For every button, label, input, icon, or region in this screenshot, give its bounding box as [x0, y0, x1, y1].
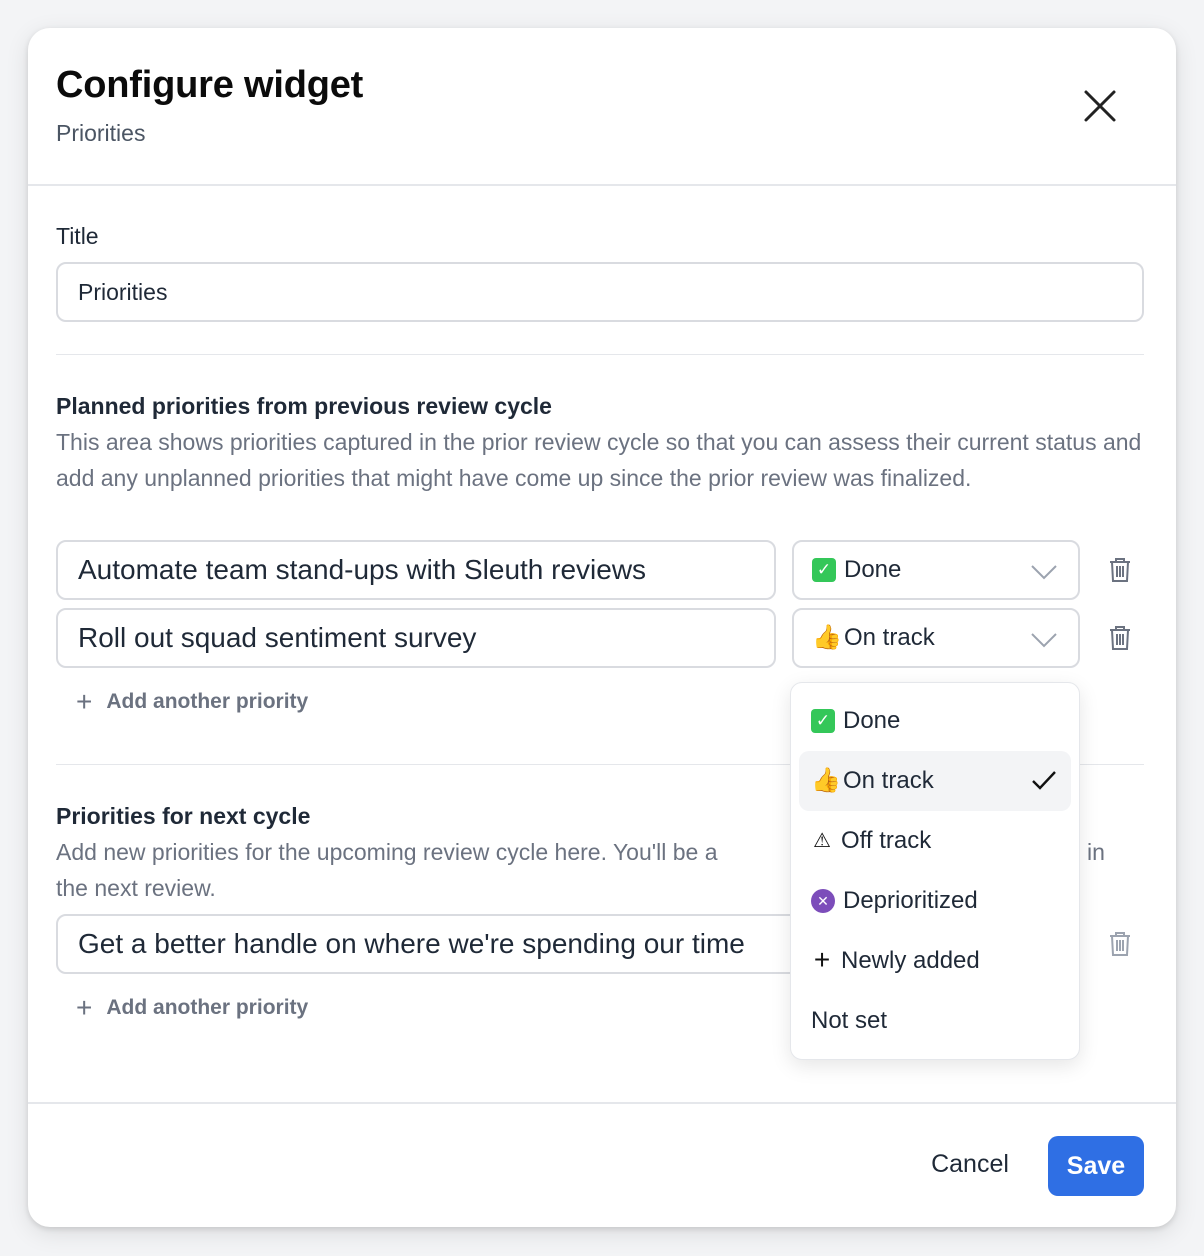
next-cycle-description-tail: in [1087, 839, 1105, 865]
thumbs-up-icon: 👍 [811, 767, 841, 794]
person-gesturing-no-icon: ✕ [811, 889, 835, 913]
chevron-down-icon [1031, 633, 1057, 648]
priority-status-select[interactable]: 👍 On track [792, 608, 1080, 668]
close-icon[interactable] [1080, 86, 1120, 126]
status-dropdown-menu: ✓ Done 👍 On track ⚠ Off track ✕ Depriori… [790, 682, 1080, 1060]
planned-priorities-description: This area shows priorities captured in t… [56, 429, 1142, 491]
status-option-off-track[interactable]: ⚠ Off track [799, 811, 1071, 871]
configure-widget-dialog: Configure widget Priorities Title Priori… [28, 28, 1176, 1227]
priority-text-input[interactable]: Automate team stand-ups with Sleuth revi… [56, 540, 776, 600]
checkmark-icon [1032, 771, 1056, 790]
plus-icon: + [76, 686, 93, 717]
status-select-value: Done [844, 556, 902, 583]
status-option-deprioritized[interactable]: ✕ Deprioritized [799, 871, 1071, 931]
status-option-on-track[interactable]: 👍 On track [799, 751, 1071, 811]
option-label: On track [843, 767, 934, 794]
next-cycle-description-line2: the next review. [56, 875, 216, 901]
save-button[interactable]: Save [1048, 1136, 1144, 1196]
plus-icon: + [813, 944, 831, 975]
priority-text-input[interactable]: Get a better handle on where we're spend… [56, 914, 816, 974]
status-option-not-set[interactable]: Not set [799, 991, 1071, 1051]
title-input[interactable]: Priorities [56, 262, 1144, 322]
add-priority-label: Add another priority [106, 690, 309, 713]
thumbs-up-icon: 👍 [812, 624, 842, 651]
check-mark-icon: ✓ [811, 709, 835, 733]
header-divider [28, 184, 1176, 186]
priority-status-select[interactable]: ✓ Done [792, 540, 1080, 600]
chevron-down-icon [1031, 565, 1057, 580]
trash-icon[interactable] [1108, 625, 1132, 651]
plus-icon: + [76, 992, 93, 1023]
dialog-subtitle: Priorities [56, 120, 146, 146]
trash-icon[interactable] [1108, 931, 1132, 957]
option-label: Deprioritized [843, 887, 978, 914]
title-field-label: Title [56, 223, 99, 249]
dialog-title: Configure widget [56, 64, 364, 106]
status-option-newly-added[interactable]: + Newly added [799, 931, 1071, 991]
next-cycle-heading: Priorities for next cycle [56, 803, 311, 829]
check-mark-icon: ✓ [812, 558, 836, 582]
option-label: Newly added [841, 947, 980, 974]
priority-text-input[interactable]: Roll out squad sentiment survey [56, 608, 776, 668]
option-label: Done [843, 707, 901, 734]
option-label: Off track [841, 827, 932, 854]
cancel-button[interactable]: Cancel [908, 1134, 1032, 1194]
warning-icon: ⚠ [813, 830, 831, 852]
trash-icon[interactable] [1108, 557, 1132, 583]
status-option-done[interactable]: ✓ Done [799, 691, 1071, 751]
section-divider [56, 354, 1144, 355]
add-priority-button[interactable]: + Add another priority [76, 992, 309, 1023]
option-label: Not set [811, 1007, 888, 1034]
footer-divider [28, 1102, 1176, 1104]
planned-priorities-heading: Planned priorities from previous review … [56, 393, 552, 419]
add-priority-label: Add another priority [106, 996, 309, 1019]
status-select-value: On track [844, 624, 935, 651]
add-priority-button[interactable]: + Add another priority [76, 686, 309, 717]
next-cycle-description: Add new priorities for the upcoming revi… [56, 839, 718, 865]
